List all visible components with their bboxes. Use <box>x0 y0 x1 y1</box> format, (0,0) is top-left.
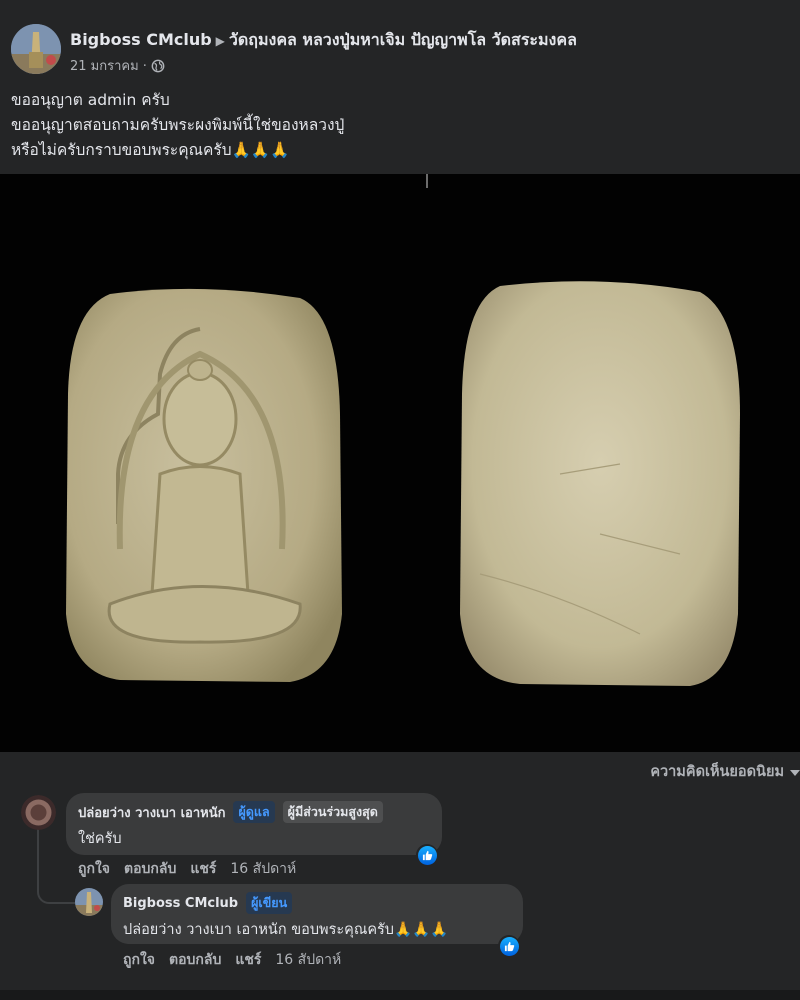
reply-time[interactable]: 16 สัปดาห์ <box>275 949 341 971</box>
reply-actions: ถูกใจ ตอบกลับ แชร์ 16 สัปดาห์ <box>123 949 341 971</box>
author-avatar[interactable] <box>11 24 61 74</box>
post-card: Bigboss CMclub ▶ วัดฤมงคล หลวงปู่มหาเจิม ป… <box>0 0 800 1000</box>
post-title-line: Bigboss CMclub ▶ วัดฤมงคล หลวงปู่มหาเจิม ป… <box>70 28 790 53</box>
reaction-badge[interactable] <box>498 935 520 957</box>
like-icon <box>499 936 519 956</box>
reply-button[interactable]: ตอบกลับ <box>124 858 176 880</box>
author-name[interactable]: Bigboss CMclub <box>70 30 212 49</box>
comment-bubble: ปล่อยว่าง วางเบา เอาหนัก ผู้ดูแล ผู้มีส่… <box>66 793 442 855</box>
page-bottom-edge <box>0 990 800 1000</box>
amulet-back-image <box>460 281 740 686</box>
comment-header: ปล่อยว่าง วางเบา เอาหนัก ผู้ดูแล ผู้มีส่… <box>78 801 430 823</box>
author-badge: ผู้เขียน <box>246 892 293 914</box>
comment-sort-dropdown[interactable]: ความคิดเห็นยอดนิยม <box>650 760 800 783</box>
post-photo[interactable] <box>0 174 800 752</box>
reply-avatar[interactable] <box>75 888 103 916</box>
reply-author[interactable]: Bigboss CMclub <box>123 896 238 911</box>
globe-icon <box>151 59 165 72</box>
post-meta: 21 มกราคม · <box>70 55 165 76</box>
post-date[interactable]: 21 มกราคม · <box>70 55 147 76</box>
amulet-front-image <box>66 288 342 682</box>
post-line: ขออนุญาต admin ครับ <box>11 91 170 109</box>
reply-text: ปล่อยว่าง วางเบา เอาหนัก ขอบพระคุณครับ🙏🙏… <box>123 922 449 938</box>
post-line: ขออนุญาตสอบถามครับพระผงพิมพ์นี้ใช่ของหลว… <box>11 116 345 134</box>
like-button[interactable]: ถูกใจ <box>78 858 110 880</box>
comment-time[interactable]: 16 สัปดาห์ <box>230 858 296 880</box>
top-contributor-badge: ผู้มีส่วนร่วมสูงสุด <box>282 801 383 823</box>
comment-actions: ถูกใจ ตอบกลับ แชร์ 16 สัปดาห์ <box>78 858 296 880</box>
reaction-badge[interactable] <box>416 844 438 866</box>
chevron-down-icon <box>790 769 800 776</box>
caret-right-icon: ▶ <box>215 34 225 48</box>
commenter-avatar[interactable] <box>21 795 56 830</box>
post-body: ขออนุญาต admin ครับ ขออนุญาตสอบถามครับพร… <box>11 88 781 163</box>
like-icon <box>417 845 437 865</box>
share-button[interactable]: แชร์ <box>235 949 261 971</box>
reply-header: Bigboss CMclub ผู้เขียน <box>123 892 511 914</box>
sort-label: ความคิดเห็นยอดนิยม <box>650 764 784 780</box>
post-header: Bigboss CMclub ▶ วัดฤมงคล หลวงปู่มหาเจิม ป… <box>0 0 800 174</box>
post-line: หรือไม่ครับกราบขอบพระคุณครับ🙏🙏🙏 <box>11 141 290 159</box>
share-button[interactable]: แชร์ <box>190 858 216 880</box>
group-name[interactable]: วัดฤมงคล หลวงปู่มหาเจิม ปัญญาพโล วัดสระม… <box>229 30 577 49</box>
reply-button[interactable]: ตอบกลับ <box>169 949 221 971</box>
comment-author[interactable]: ปล่อยว่าง วางเบา เอาหนัก <box>78 802 225 823</box>
admin-badge: ผู้ดูแล <box>233 801 275 823</box>
like-button[interactable]: ถูกใจ <box>123 949 155 971</box>
comment-text: ใช่ครับ <box>78 831 122 847</box>
reply-bubble: Bigboss CMclub ผู้เขียน ปล่อยว่าง วางเบา… <box>111 884 523 944</box>
